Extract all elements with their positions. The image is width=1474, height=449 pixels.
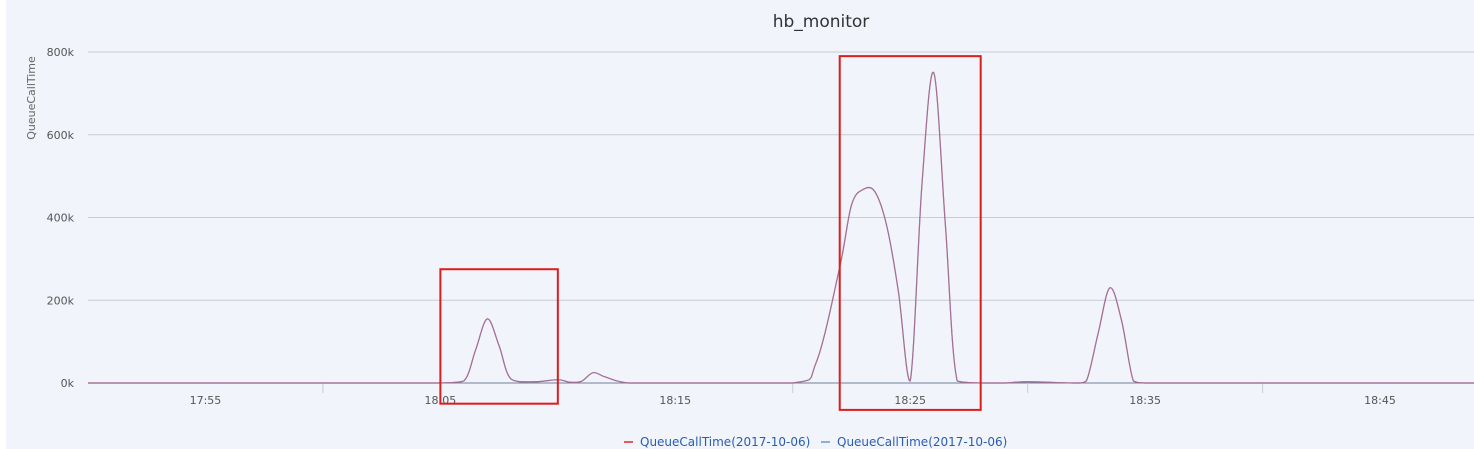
x-tick-label: 18:35 xyxy=(1129,394,1161,407)
highlight-box xyxy=(838,55,982,411)
y-axis-title: QueueCallTime xyxy=(25,56,38,140)
legend-item[interactable]: QueueCallTime(2017-10-06) xyxy=(624,435,810,449)
series-line[interactable] xyxy=(88,71,1474,384)
series-layer xyxy=(88,71,1474,384)
gridlines xyxy=(88,51,1474,384)
y-tick-label: 0k xyxy=(61,377,75,390)
series-line[interactable] xyxy=(88,71,1474,384)
highlight-box xyxy=(439,268,559,405)
legend-label: QueueCallTime(2017-10-06) xyxy=(837,435,1007,449)
x-tick-label: 18:25 xyxy=(894,394,926,407)
x-axis-ticks: 17:55 18:05 18:15 18:25 18:35 18:45 xyxy=(190,383,1396,407)
x-tick-label: 18:45 xyxy=(1364,394,1396,407)
y-tick-label: 800k xyxy=(47,46,75,59)
chart-panel: hb_monitor QueueCallTime 0k 200k 400k 600k 8… xyxy=(6,0,1474,449)
y-tick-label: 400k xyxy=(47,212,75,225)
y-tick-label: 200k xyxy=(47,294,75,307)
legend-item[interactable]: QueueCallTime(2017-10-06) xyxy=(821,435,1007,449)
chart-title: hb_monitor xyxy=(773,12,870,32)
y-tick-label: 600k xyxy=(47,129,75,142)
x-tick-label: 17:55 xyxy=(190,394,222,407)
legend-label: QueueCallTime(2017-10-06) xyxy=(640,435,810,449)
legend[interactable]: QueueCallTime(2017-10-06) QueueCallTime(2… xyxy=(624,435,1007,449)
x-tick-label: 18:15 xyxy=(659,394,691,407)
y-axis-ticks: 0k 200k 400k 600k 800k xyxy=(47,46,75,390)
highlight-boxes xyxy=(439,55,982,411)
line-chart: hb_monitor QueueCallTime 0k 200k 400k 600k 8… xyxy=(25,12,1474,449)
